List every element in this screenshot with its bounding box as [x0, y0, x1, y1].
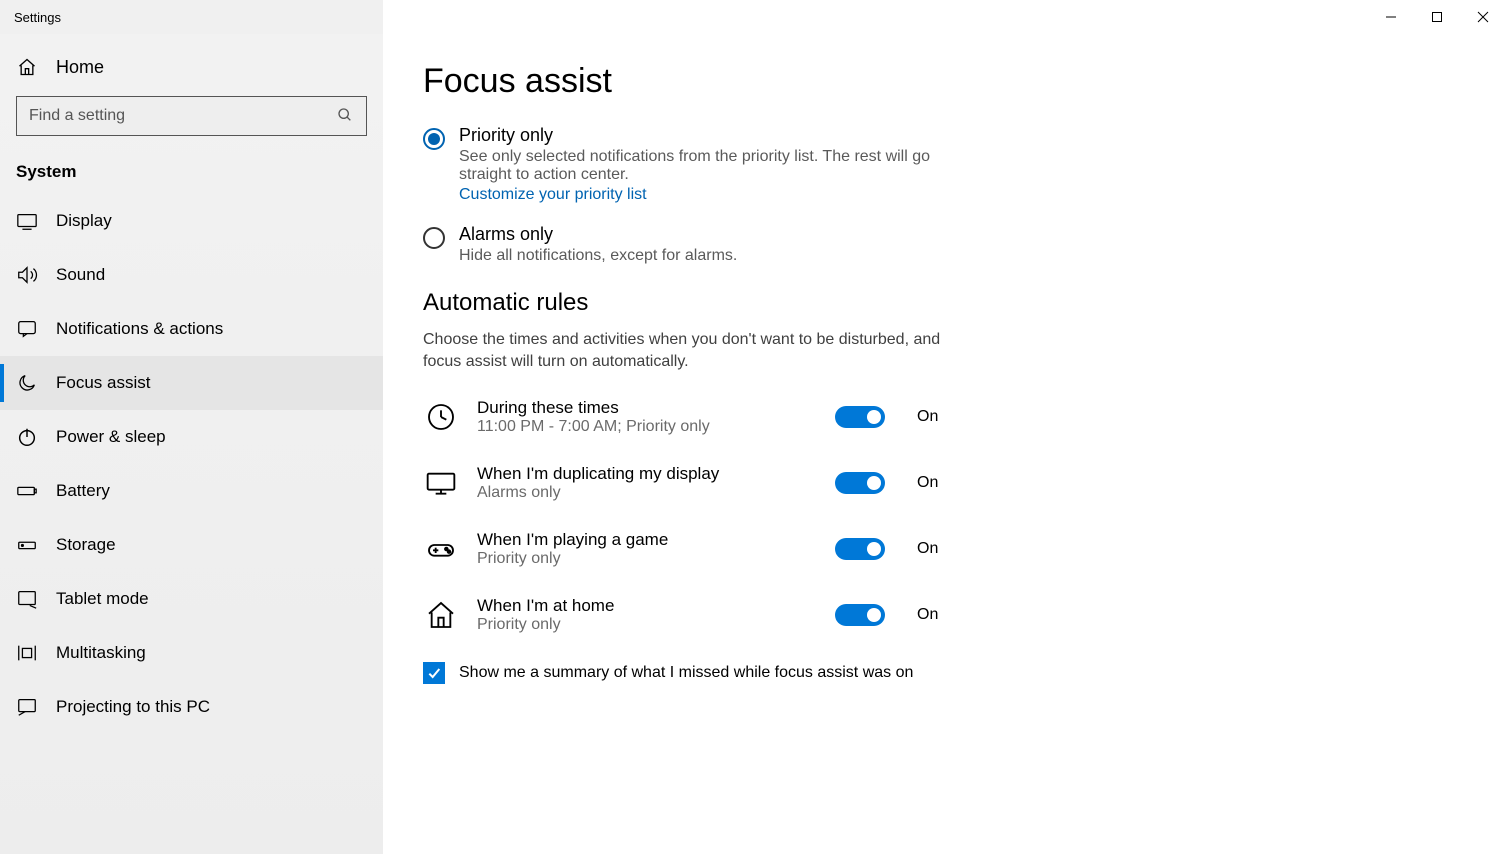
sound-icon [16, 264, 38, 286]
radio-priority-only[interactable]: Priority only See only selected notifica… [423, 125, 983, 204]
toggle-playing-game[interactable] [835, 538, 885, 560]
sidebar-item-label: Display [56, 211, 112, 231]
sidebar-item-multitasking[interactable]: Multitasking [0, 626, 383, 680]
tablet-icon [16, 588, 38, 610]
rule-duplicating-display[interactable]: When I'm duplicating my display Alarms o… [423, 464, 1466, 502]
toggle-state: On [917, 474, 938, 492]
automatic-rules-description: Choose the times and activities when you… [423, 329, 943, 374]
sidebar-item-storage[interactable]: Storage [0, 518, 383, 572]
home-icon [16, 56, 38, 78]
gamepad-icon [423, 531, 459, 567]
search-input[interactable] [16, 96, 367, 136]
sidebar-item-display[interactable]: Display [0, 194, 383, 248]
radio-selected-icon [423, 128, 445, 150]
page-title: Focus assist [423, 62, 1466, 101]
rule-at-home[interactable]: When I'm at home Priority only On [423, 596, 1466, 634]
sidebar-item-power-sleep[interactable]: Power & sleep [0, 410, 383, 464]
monitor-icon [423, 465, 459, 501]
radio-description: Hide all notifications, except for alarm… [459, 247, 737, 265]
sidebar-item-battery[interactable]: Battery [0, 464, 383, 518]
rule-subtitle: Alarms only [477, 484, 817, 502]
automatic-rules-heading: Automatic rules [423, 289, 1466, 317]
sidebar-item-label: Notifications & actions [56, 319, 223, 339]
sidebar-item-label: Storage [56, 535, 116, 555]
toggle-at-home[interactable] [835, 604, 885, 626]
sidebar-item-label: Sound [56, 265, 105, 285]
toggle-during-times[interactable] [835, 406, 885, 428]
sidebar-item-sound[interactable]: Sound [0, 248, 383, 302]
radio-title: Alarms only [459, 224, 737, 245]
summary-checkbox[interactable] [423, 662, 445, 684]
sidebar-item-label: Tablet mode [56, 589, 149, 609]
sidebar-item-label: Battery [56, 481, 110, 501]
window-title: Settings [0, 10, 61, 25]
customize-priority-link[interactable]: Customize your priority list [459, 186, 647, 204]
toggle-state: On [917, 540, 938, 558]
rule-subtitle: 11:00 PM - 7:00 AM; Priority only [477, 418, 817, 436]
radio-alarms-only[interactable]: Alarms only Hide all notifications, exce… [423, 224, 983, 265]
sidebar-item-focus-assist[interactable]: Focus assist [0, 356, 383, 410]
sidebar-section-label: System [0, 154, 383, 194]
rule-during-times[interactable]: During these times 11:00 PM - 7:00 AM; P… [423, 398, 1466, 436]
clock-icon [423, 399, 459, 435]
projecting-icon [16, 696, 38, 718]
maximize-button[interactable] [1414, 1, 1460, 33]
power-icon [16, 426, 38, 448]
summary-checkbox-label: Show me a summary of what I missed while… [459, 664, 913, 682]
display-icon [16, 210, 38, 232]
rule-subtitle: Priority only [477, 550, 817, 568]
rule-title: When I'm playing a game [477, 530, 817, 550]
sidebar-home-label: Home [56, 57, 104, 78]
sidebar-item-tablet-mode[interactable]: Tablet mode [0, 572, 383, 626]
rule-title: During these times [477, 398, 817, 418]
sidebar-item-label: Focus assist [56, 373, 150, 393]
storage-icon [16, 534, 38, 556]
radio-unselected-icon [423, 227, 445, 249]
rule-title: When I'm duplicating my display [477, 464, 817, 484]
rule-subtitle: Priority only [477, 616, 817, 634]
close-button[interactable] [1460, 1, 1506, 33]
sidebar-item-label: Projecting to this PC [56, 697, 210, 717]
sidebar-item-label: Power & sleep [56, 427, 166, 447]
sidebar-home[interactable]: Home [0, 42, 383, 96]
minimize-button[interactable] [1368, 1, 1414, 33]
battery-icon [16, 480, 38, 502]
toggle-state: On [917, 408, 938, 426]
search-icon [337, 107, 355, 125]
sidebar-item-projecting[interactable]: Projecting to this PC [0, 680, 383, 734]
radio-description: See only selected notifications from the… [459, 148, 983, 184]
sidebar-item-notifications[interactable]: Notifications & actions [0, 302, 383, 356]
sidebar-item-label: Multitasking [56, 643, 146, 663]
rule-playing-game[interactable]: When I'm playing a game Priority only On [423, 530, 1466, 568]
moon-icon [16, 372, 38, 394]
home-icon [423, 597, 459, 633]
toggle-state: On [917, 606, 938, 624]
notifications-icon [16, 318, 38, 340]
multitasking-icon [16, 642, 38, 664]
rule-title: When I'm at home [477, 596, 817, 616]
radio-title: Priority only [459, 125, 983, 146]
toggle-duplicating-display[interactable] [835, 472, 885, 494]
